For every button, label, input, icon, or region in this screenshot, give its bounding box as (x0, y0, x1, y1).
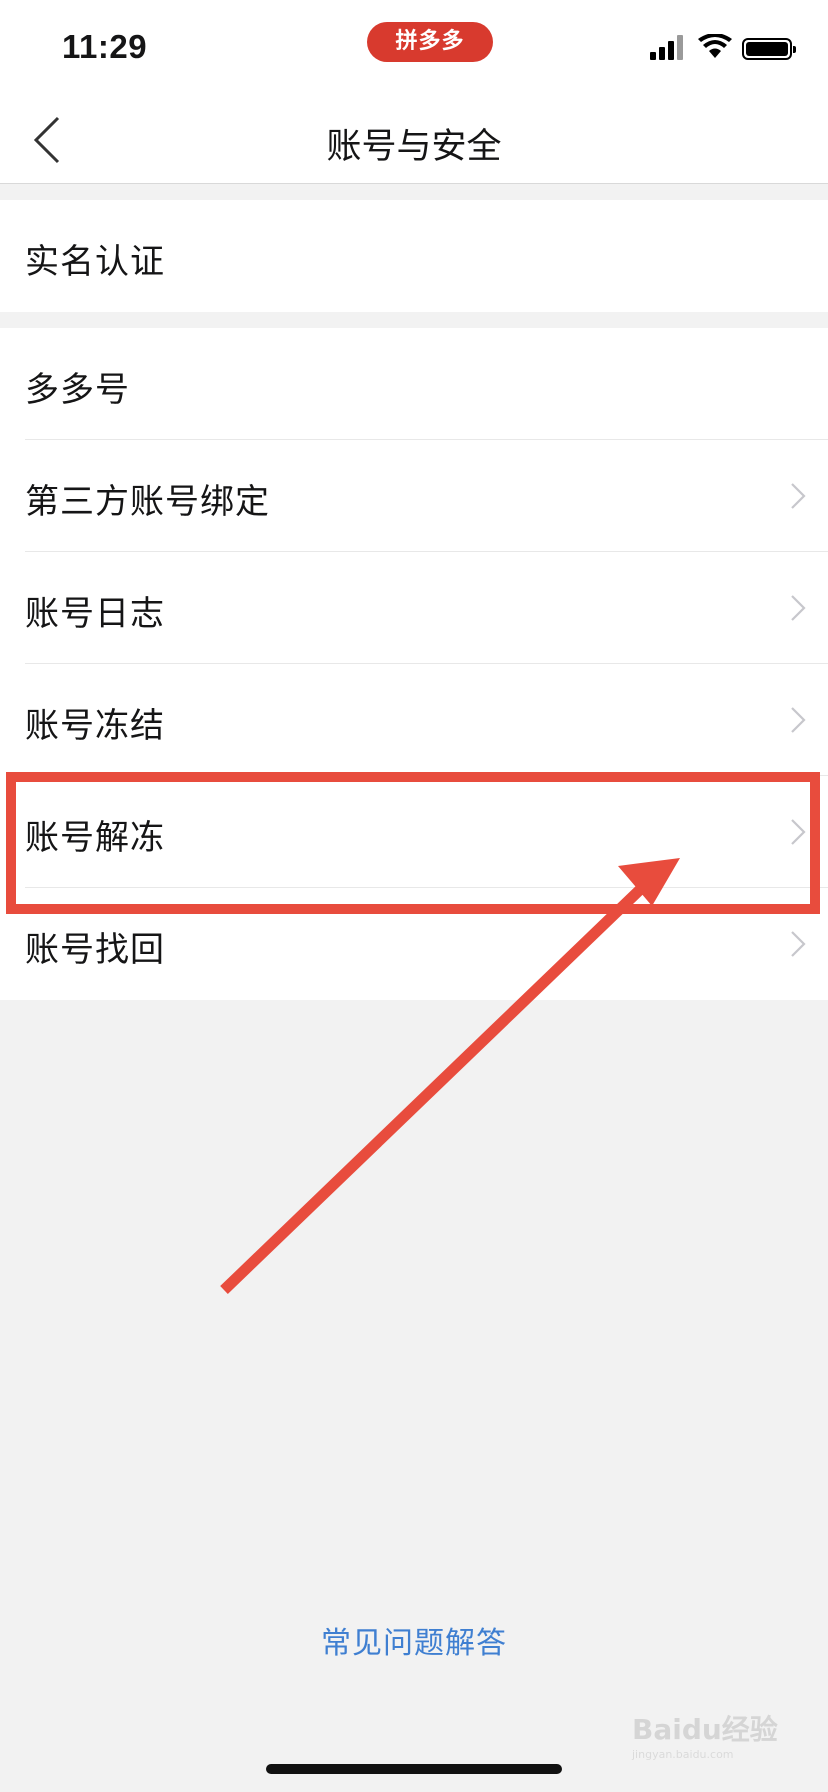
row-account-log[interactable]: 账号日志 (0, 552, 828, 664)
navigation-bar: 账号与安全 (0, 96, 828, 184)
chevron-right-icon (791, 707, 806, 733)
status-bar: 11:29 拼多多 (0, 0, 828, 96)
watermark-sub: jingyan.baidu.com (632, 1748, 734, 1761)
chevron-right-icon (791, 483, 806, 509)
battery-icon (742, 38, 796, 60)
row-real-name-verification[interactable]: 实名认证 (0, 200, 828, 312)
watermark-text: Baidu经验 (632, 1713, 778, 1746)
row-duoduo-id[interactable]: 多多号 (0, 328, 828, 440)
faq-link[interactable]: 常见问题解答 (0, 1618, 828, 1662)
signal-icon (650, 34, 690, 60)
baidu-watermark-logo: Baidu经验 jingyan.baidu.com (632, 1700, 792, 1761)
row-label: 多多号 (25, 370, 130, 410)
settings-group-identity: 实名认证 (0, 200, 828, 312)
status-icons (650, 34, 800, 64)
wifi-icon (698, 34, 732, 58)
row-third-party-binding[interactable]: 第三方账号绑定 (0, 440, 828, 552)
row-label: 第三方账号绑定 (25, 482, 270, 522)
annotation-highlight-box (6, 772, 820, 914)
chevron-right-icon (791, 931, 806, 957)
row-label: 账号日志 (25, 594, 165, 634)
home-indicator[interactable] (266, 1764, 562, 1774)
row-label: 账号冻结 (25, 706, 165, 746)
chevron-right-icon (791, 595, 806, 621)
row-label: 实名认证 (25, 242, 165, 282)
status-time: 11:29 (62, 28, 148, 65)
row-label: 账号找回 (25, 930, 165, 970)
row-account-freeze[interactable]: 账号冻结 (0, 664, 828, 776)
page-title: 账号与安全 (326, 127, 502, 167)
app-badge: 拼多多 (367, 22, 493, 62)
